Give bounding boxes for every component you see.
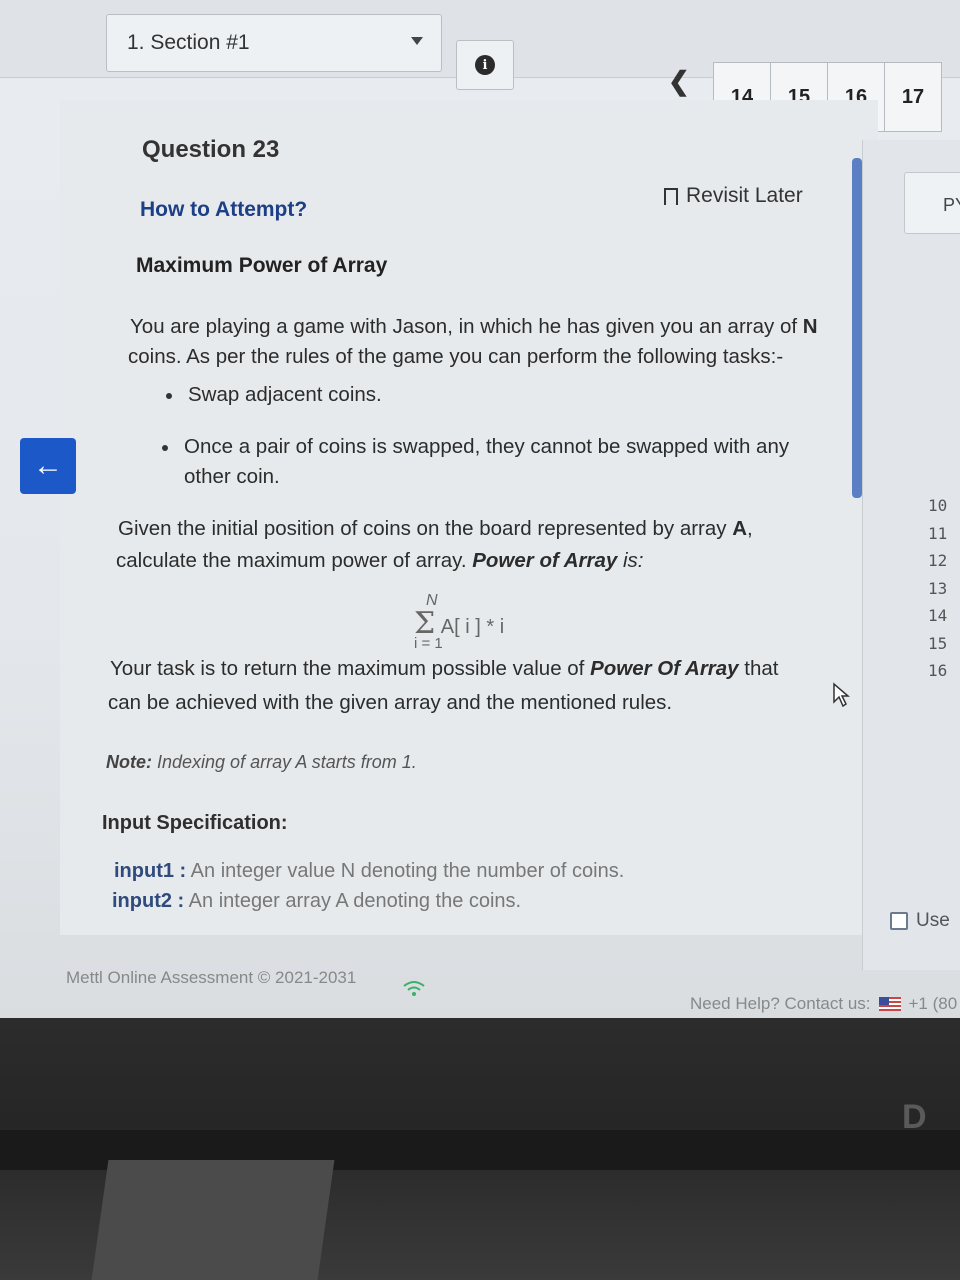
given-a: A <box>732 517 748 540</box>
given-text: Given the initial position of coins on t… <box>118 517 733 540</box>
given-text-2: calculate the maximum power of array. <box>116 549 473 572</box>
info-icon: i <box>475 55 495 75</box>
line-number: 12 <box>928 551 948 570</box>
info-button[interactable]: i <box>456 40 514 90</box>
line-number: 11 <box>928 523 948 543</box>
bullet-1: Swap adjacent coins. <box>166 380 382 410</box>
footer-help: Need Help? Contact us: +1 (80 <box>690 994 957 1014</box>
line-number: 15 <box>928 633 948 653</box>
input1-text: An integer value N denoting the number o… <box>186 860 625 882</box>
chevron-left-icon[interactable]: ❮ <box>668 66 690 97</box>
screen: 1. Section #1 i ❮ 14 15 16 17 PY 10 11 1… <box>0 0 960 1020</box>
bullet-1-text: Swap adjacent coins. <box>188 383 382 406</box>
note-text: Indexing of array A starts from 1. <box>152 752 417 772</box>
mouse-cursor-icon <box>833 682 850 708</box>
us-flag-icon <box>878 997 901 1011</box>
task-text: Your task is to return the maximum possi… <box>110 657 591 680</box>
input2-text: An integer array A denoting the coins. <box>184 890 522 912</box>
editor-line-numbers: 10 11 12 13 14 15 16 <box>928 492 960 685</box>
power-of-array-term-2: Power Of Array <box>590 657 739 680</box>
laptop-hinge <box>91 1160 335 1280</box>
phone-number[interactable]: +1 (80 <box>909 994 958 1014</box>
given-is: is: <box>617 549 644 572</box>
input1-spec: input1 : An integer value N denoting the… <box>114 860 624 883</box>
revisit-later-button[interactable]: Revisit Later <box>664 184 803 210</box>
input-specification-heading: Input Specification: <box>102 812 288 834</box>
use-checkbox[interactable]: Use <box>890 910 950 932</box>
line-number: 13 <box>928 578 948 598</box>
revisit-later-label: Revisit Later <box>686 184 803 207</box>
back-arrow-button[interactable]: ← <box>20 438 76 494</box>
laptop-logo: D <box>902 1098 927 1136</box>
problem-title: Maximum Power of Array <box>136 254 388 277</box>
question-nav-17[interactable]: 17 <box>884 62 942 132</box>
footer-copyright: Mettl Online Assessment © 2021-2031 <box>66 968 357 987</box>
input2-label: input2 : <box>112 890 185 912</box>
question-title: Question 23 <box>142 136 280 163</box>
scrollbar[interactable] <box>852 158 862 498</box>
bullet-2: Once a pair of coins is swapped, they ca… <box>162 432 789 462</box>
wifi-icon <box>403 981 425 996</box>
checkbox-icon <box>890 912 908 930</box>
line-number: 14 <box>928 606 948 625</box>
help-text: Need Help? Contact us: <box>690 994 871 1013</box>
bullet-icon <box>162 444 168 451</box>
bookmark-icon <box>664 187 678 210</box>
line-number: 10 <box>928 496 948 515</box>
task-line1: Your task is to return the maximum possi… <box>110 654 778 684</box>
note-label: Note: <box>106 752 152 772</box>
task-that: that <box>738 657 779 680</box>
how-to-attempt-link[interactable]: How to Attempt? <box>140 198 307 222</box>
intro-n: N <box>802 315 818 338</box>
task-line2: can be achieved with the given array and… <box>108 691 673 714</box>
bullet-2-text: Once a pair of coins is swapped, they ca… <box>184 435 790 458</box>
bullet-icon <box>166 392 172 399</box>
section-dropdown-label: 1. Section #1 <box>127 31 250 54</box>
use-checkbox-label: Use <box>916 910 950 931</box>
line-number: 16 <box>928 661 948 680</box>
given-comma: , <box>747 517 753 540</box>
formula: N Σ A[ i ] * i i = 1 <box>414 592 504 652</box>
chevron-down-icon <box>411 37 423 45</box>
language-select[interactable]: PY <box>904 172 960 234</box>
input2-spec: input2 : An integer array A denoting the… <box>112 890 521 913</box>
problem-intro-line1: You are playing a game with Jason, in wh… <box>130 312 818 342</box>
intro-text: You are playing a game with Jason, in wh… <box>130 315 803 338</box>
note: Note: Indexing of array A starts from 1. <box>106 752 417 773</box>
problem-intro-line2: coins. As per the rules of the game you … <box>128 345 784 368</box>
formula-body: A[ i ] * i <box>440 616 505 638</box>
power-of-array-term: Power of Array <box>472 549 618 572</box>
input1-label: input1 : <box>114 860 187 882</box>
bullet-2-line2: other coin. <box>184 465 280 488</box>
given-line2: calculate the maximum power of array. Po… <box>116 546 644 576</box>
given-line1: Given the initial position of coins on t… <box>118 514 753 544</box>
section-dropdown[interactable]: 1. Section #1 <box>106 14 442 72</box>
